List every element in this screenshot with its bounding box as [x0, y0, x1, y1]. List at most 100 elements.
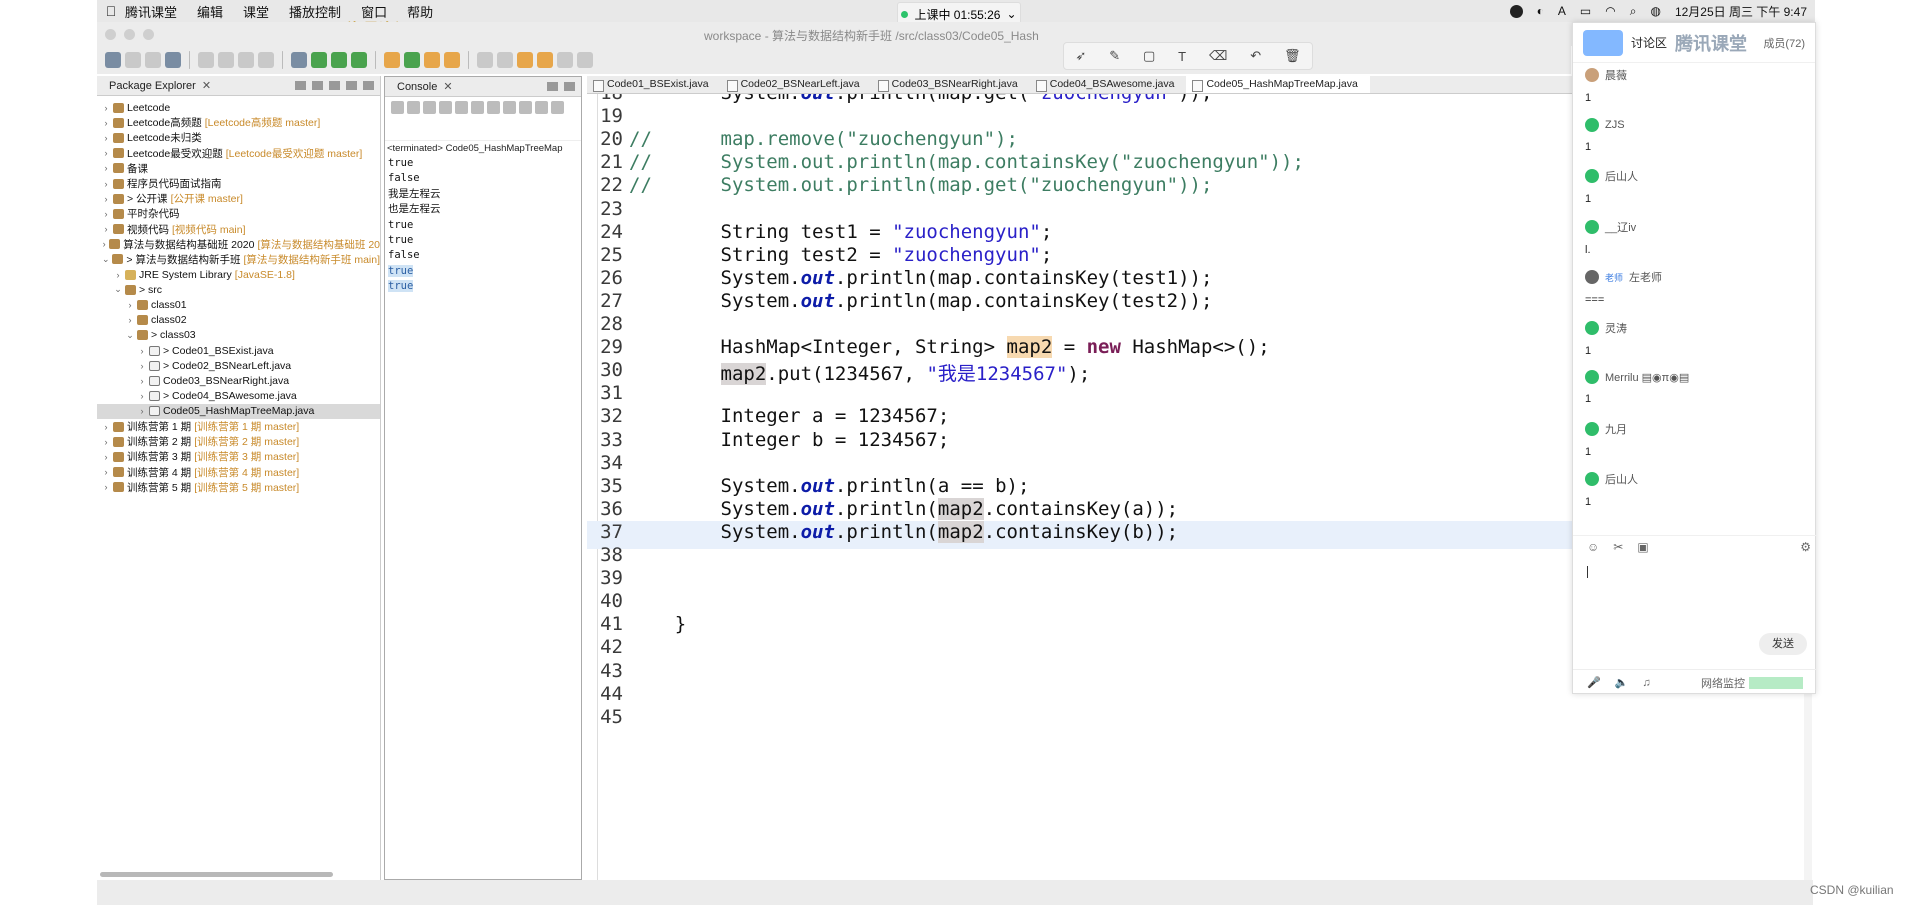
cursor-icon[interactable]: ➶	[1075, 48, 1086, 64]
tree-item[interactable]: › > 公开课 [公开课 master]	[97, 191, 380, 206]
tree-item[interactable]: › 程序员代码面试指南	[97, 176, 380, 191]
music-icon[interactable]: ♫	[1642, 677, 1650, 689]
tree-item[interactable]: › Leetcode	[97, 100, 380, 115]
search-icon[interactable]	[198, 52, 214, 68]
editor-tab[interactable]: Code02_BSNearLeft.java	[721, 76, 872, 93]
tree-item[interactable]: › 备课	[97, 161, 380, 176]
chevron-right-icon[interactable]: ›	[101, 163, 111, 173]
tree-item[interactable]: › Leetcode最受欢迎题 [Leetcode最受欢迎题 master]	[97, 146, 380, 161]
chevron-right-icon[interactable]: ›	[101, 224, 111, 234]
chevron-right-icon[interactable]: ›	[113, 270, 123, 280]
discussion-title[interactable]: 讨论区	[1631, 34, 1667, 51]
close-icon[interactable]: ✕	[443, 80, 452, 93]
tree-item[interactable]: › 训练营第 5 期 [训练营第 5 期 master]	[97, 480, 380, 495]
package-horizontal-scrollbar[interactable]	[100, 872, 333, 877]
clear-console-icon[interactable]	[439, 101, 452, 114]
avatar[interactable]	[1585, 117, 1599, 132]
tree-item[interactable]: › 训练营第 1 期 [训练营第 1 期 master]	[97, 419, 380, 434]
avatar[interactable]	[1585, 169, 1599, 183]
chevron-right-icon[interactable]: ›	[101, 133, 111, 143]
tree-item[interactable]: › Code03_BSNearRight.java	[97, 373, 380, 388]
chevron-right-icon[interactable]: ›	[125, 315, 135, 325]
word-wrap-icon[interactable]	[471, 101, 484, 114]
debug-icon[interactable]	[291, 52, 307, 68]
save-icon[interactable]	[125, 52, 141, 68]
chevron-right-icon[interactable]: ›	[101, 194, 111, 204]
menu-app[interactable]: 腾讯课堂	[125, 2, 177, 21]
clock-text[interactable]: 12月25日 周三 下午 9:47	[1675, 3, 1807, 20]
chevron-right-icon[interactable]: ›	[101, 452, 111, 462]
forward-icon[interactable]	[537, 52, 553, 68]
run-icon[interactable]	[311, 52, 327, 68]
chevron-right-icon[interactable]: ›	[101, 118, 111, 128]
external-tools-icon[interactable]	[351, 52, 367, 68]
coverage-icon[interactable]	[331, 52, 347, 68]
network-monitor[interactable]: 网络监控	[1701, 675, 1817, 691]
remove-all-icon[interactable]	[423, 101, 436, 114]
chevron-right-icon[interactable]: ›	[137, 406, 147, 416]
back-icon[interactable]	[517, 52, 533, 68]
pen-icon[interactable]: ✎	[1109, 48, 1120, 64]
save-all-icon[interactable]	[145, 52, 161, 68]
chevron-right-icon[interactable]: ›	[101, 179, 111, 189]
tree-item[interactable]: › > Code02_BSNearLeft.java	[97, 358, 380, 373]
avatar[interactable]	[1585, 370, 1599, 384]
open-type-icon[interactable]	[384, 52, 400, 68]
search-icon[interactable]: ⌕	[1630, 4, 1637, 19]
chevron-right-icon[interactable]: ›	[101, 239, 107, 249]
code-line[interactable]: 45	[587, 706, 1813, 734]
image-icon[interactable]: ▣	[1637, 540, 1648, 554]
microphone-icon[interactable]: 🎤	[1587, 676, 1601, 689]
tree-item[interactable]: › 视频代码 [视频代码 main]	[97, 222, 380, 237]
tree-item[interactable]: › 训练营第 2 期 [训练营第 2 期 master]	[97, 434, 380, 449]
apple-icon[interactable]: 	[97, 3, 125, 19]
tree-item[interactable]: › Leetcode未归类	[97, 130, 380, 145]
chevron-down-icon[interactable]: ⌄	[113, 284, 123, 295]
speaker-icon[interactable]: 🔈	[1615, 676, 1629, 689]
avatar[interactable]	[1585, 421, 1599, 436]
tree-item[interactable]: › Leetcode高频题 [Leetcode高频题 master]	[97, 115, 380, 130]
mark-icon[interactable]	[238, 52, 254, 68]
close-window-icon[interactable]	[105, 28, 116, 40]
battery-icon[interactable]: ▭	[1580, 4, 1591, 18]
minimize-icon[interactable]	[547, 82, 558, 91]
chevron-right-icon[interactable]: ›	[101, 467, 111, 477]
close-icon[interactable]: ✕	[202, 79, 211, 92]
console-output[interactable]: true false 我是左程云 也是左程云 true true false true true	[385, 156, 581, 295]
chevron-right-icon[interactable]: ›	[137, 391, 147, 401]
tree-item[interactable]: › > Code04_BSAwesome.java	[97, 389, 380, 404]
editor-tab[interactable]: Code01_BSExist.java	[587, 76, 721, 93]
chevron-right-icon[interactable]: ›	[101, 148, 111, 158]
emoji-icon[interactable]: ☺	[1587, 540, 1599, 554]
zoom-window-icon[interactable]	[143, 28, 154, 40]
rectangle-icon[interactable]: ▢	[1143, 48, 1155, 64]
display-console-icon[interactable]	[535, 101, 548, 114]
toggle-icon[interactable]	[218, 52, 234, 68]
terminate-icon[interactable]	[391, 101, 404, 114]
tree-item[interactable]: ⌄ > class03	[97, 328, 380, 343]
member-count[interactable]: 成员(72)	[1763, 35, 1805, 51]
editor-tab[interactable]: Code03_BSNearRight.java	[872, 76, 1030, 93]
undo-icon[interactable]: ↶	[1250, 48, 1261, 64]
maximize-icon[interactable]	[564, 82, 575, 91]
chevron-right-icon[interactable]: ›	[125, 300, 135, 310]
tree-item[interactable]: › > Code01_BSExist.java	[97, 343, 380, 358]
editor-tab[interactable]: Code05_HashMapTreeMap.java	[1186, 76, 1370, 93]
menu-edit[interactable]: 编辑	[197, 2, 223, 21]
avatar[interactable]	[1585, 320, 1599, 335]
menu-playback[interactable]: 播放控制	[289, 2, 341, 21]
new-class-icon[interactable]	[404, 52, 420, 68]
remove-launch-icon[interactable]	[407, 101, 420, 114]
tree-item[interactable]: › 训练营第 4 期 [训练营第 4 期 master]	[97, 465, 380, 480]
view-menu-icon[interactable]	[329, 81, 340, 90]
editor-tab[interactable]: Code04_BSAwesome.java	[1030, 76, 1187, 93]
moon-icon[interactable]: ◐	[1537, 4, 1544, 18]
collapse-all-icon[interactable]	[295, 81, 306, 90]
settings-icon[interactable]: ⚙	[1800, 540, 1817, 554]
minimize-icon[interactable]	[346, 81, 357, 90]
avatar[interactable]	[1585, 270, 1599, 284]
prev-annotation-icon[interactable]	[497, 52, 513, 68]
console-title[interactable]: Console	[397, 81, 437, 93]
show-stderr-icon[interactable]	[503, 101, 516, 114]
pen-icon[interactable]	[444, 52, 460, 68]
